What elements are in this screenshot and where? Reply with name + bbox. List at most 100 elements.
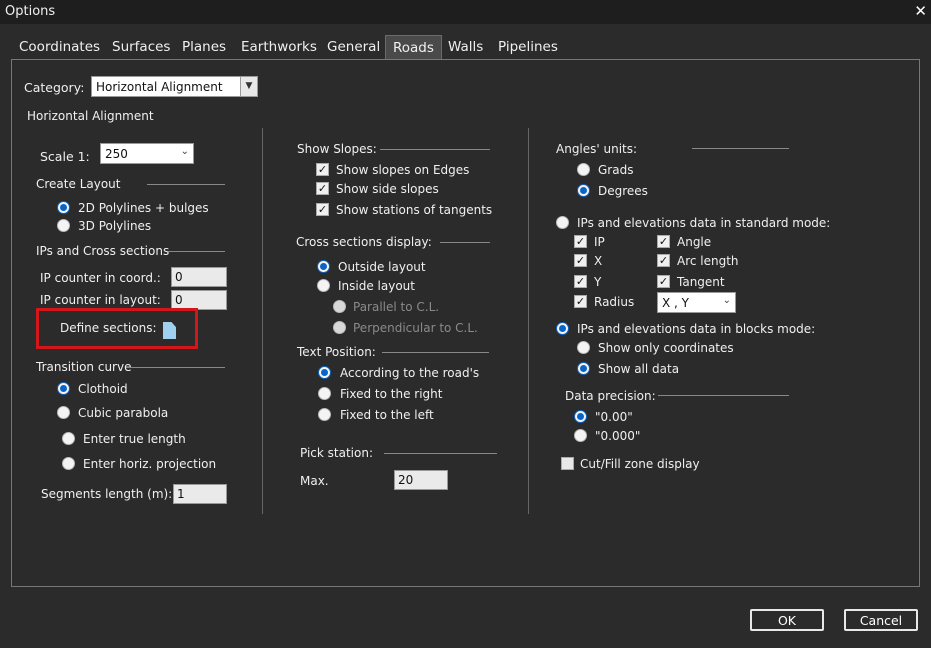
checkbox-ip[interactable]: ✓ [574,235,587,248]
tab-surfaces[interactable]: Surfaces [105,35,177,59]
radio-standard-mode[interactable] [556,216,569,229]
checkbox-stations-tangents[interactable]: ✓ [316,203,329,216]
tab-roads[interactable]: Roads [385,35,442,59]
tab-pipelines[interactable]: Pipelines [491,35,565,59]
cancel-button[interactable]: Cancel [844,609,918,631]
tab-planes[interactable]: Planes [175,35,233,59]
segments-length-label: Segments length (m): [41,487,173,501]
cross-display-title: Cross sections display: [296,235,432,249]
checkbox-angle[interactable]: ✓ [657,235,670,248]
data-precision-title: Data precision: [565,389,656,403]
radio-according-road-label: According to the road's [340,366,480,380]
segments-length-input[interactable]: 1 [173,484,227,504]
ok-button[interactable]: OK [750,609,824,631]
radio-precision-3-label: "0.000" [595,429,641,443]
xy-order-value: X , Y [662,296,689,310]
radio-fixed-right[interactable] [318,387,331,400]
group-divider [440,242,490,243]
scale-select[interactable]: 250 ⌄ [100,143,194,164]
radio-outside-layout[interactable] [317,260,330,273]
group-divider [168,251,225,252]
checkbox-cutfill-zone[interactable] [561,457,574,470]
radio-standard-mode-label: IPs and elevations data in standard mode… [577,216,831,230]
scale-label: Scale 1: [40,149,90,164]
window-title: Options [5,4,56,19]
radio-precision-2[interactable] [574,410,587,423]
radio-degrees-label: Degrees [598,184,648,198]
radio-blocks-mode[interactable] [556,322,569,335]
radio-fixed-left[interactable] [318,408,331,421]
checkbox-slopes-edges[interactable]: ✓ [316,163,329,176]
max-station-input[interactable]: 20 [394,470,448,490]
scale-value: 250 [105,147,128,161]
checkbox-radius-label: Radius [594,295,635,309]
group-divider [382,352,489,353]
checkbox-x[interactable]: ✓ [574,254,587,267]
radio-inside-layout[interactable] [317,279,330,292]
group-divider [380,149,490,150]
radio-only-coordinates[interactable] [577,341,590,354]
create-layout-title: Create Layout [36,177,121,191]
checkbox-y-label: Y [594,275,602,289]
category-value: Horizontal Alignment [96,80,223,94]
radio-outside-layout-label: Outside layout [338,260,426,274]
category-select[interactable]: Horizontal Alignment ▼ [91,76,258,97]
ips-cross-title: IPs and Cross sections [36,244,170,258]
title-bar: Options ✕ [0,0,931,24]
checkbox-cutfill-zone-label: Cut/Fill zone display [580,457,700,471]
checkbox-x-label: X [594,254,603,268]
column-separator [528,128,529,514]
radio-according-road[interactable] [318,366,331,379]
radio-clothoid[interactable] [57,382,70,395]
radio-fixed-right-label: Fixed to the right [340,387,443,401]
chevron-down-icon[interactable]: ⌄ [723,295,731,306]
radio-cubic-parabola[interactable] [57,406,70,419]
checkbox-ip-label: IP [594,235,605,249]
group-divider [384,453,497,454]
radio-parallel-cl[interactable] [333,300,346,313]
radio-3d-polylines[interactable] [57,219,70,232]
ip-counter-coord-input[interactable]: 0 [171,267,227,287]
pick-station-title: Pick station: [300,446,374,460]
ip-counter-layout-label: IP counter in layout: [40,293,161,307]
radio-only-coordinates-label: Show only coordinates [598,341,734,355]
show-slopes-title: Show Slopes: [297,142,377,156]
radio-3d-polylines-label: 3D Polylines [78,219,152,233]
chevron-down-icon[interactable]: ⌄ [181,146,189,157]
tab-walls[interactable]: Walls [441,35,490,59]
checkbox-arc-length-label: Arc length [677,254,739,268]
checkbox-stations-tangents-label: Show stations of tangents [336,203,493,217]
checkbox-tangent[interactable]: ✓ [657,275,670,288]
chevron-down-icon[interactable]: ▼ [240,77,257,96]
checkbox-side-slopes[interactable]: ✓ [316,182,329,195]
close-icon[interactable]: ✕ [914,2,927,20]
xy-order-select[interactable]: X , Y ⌄ [657,292,736,313]
checkbox-slopes-edges-label: Show slopes on Edges [336,163,470,177]
radio-true-length[interactable] [62,432,75,445]
radio-2d-polylines[interactable] [57,201,70,214]
checkbox-y[interactable]: ✓ [574,275,587,288]
radio-horiz-projection-label: Enter horiz. projection [83,457,217,471]
checkbox-angle-label: Angle [677,235,712,249]
radio-perpendicular-cl-label: Perpendicular to C.L. [353,321,478,335]
radio-grads-label: Grads [598,163,634,177]
radio-horiz-projection[interactable] [62,457,75,470]
radio-perpendicular-cl[interactable] [333,321,346,334]
group-divider [147,184,225,185]
ip-counter-layout-input[interactable]: 0 [171,290,227,310]
tab-earthworks[interactable]: Earthworks [234,35,324,59]
group-divider [127,367,225,368]
tab-coordinates[interactable]: Coordinates [12,35,107,59]
tab-general[interactable]: General [320,35,387,59]
max-label: Max. [300,474,329,488]
radio-true-length-label: Enter true length [83,432,186,446]
text-position-title: Text Position: [297,345,376,359]
radio-degrees[interactable] [577,184,590,197]
radio-fixed-left-label: Fixed to the left [340,408,434,422]
radio-precision-3[interactable] [574,429,587,442]
checkbox-radius[interactable]: ✓ [574,295,587,308]
radio-grads[interactable] [577,163,590,176]
checkbox-arc-length[interactable]: ✓ [657,254,670,267]
radio-2d-polylines-label: 2D Polylines + bulges [78,201,209,215]
radio-all-data[interactable] [577,362,590,375]
